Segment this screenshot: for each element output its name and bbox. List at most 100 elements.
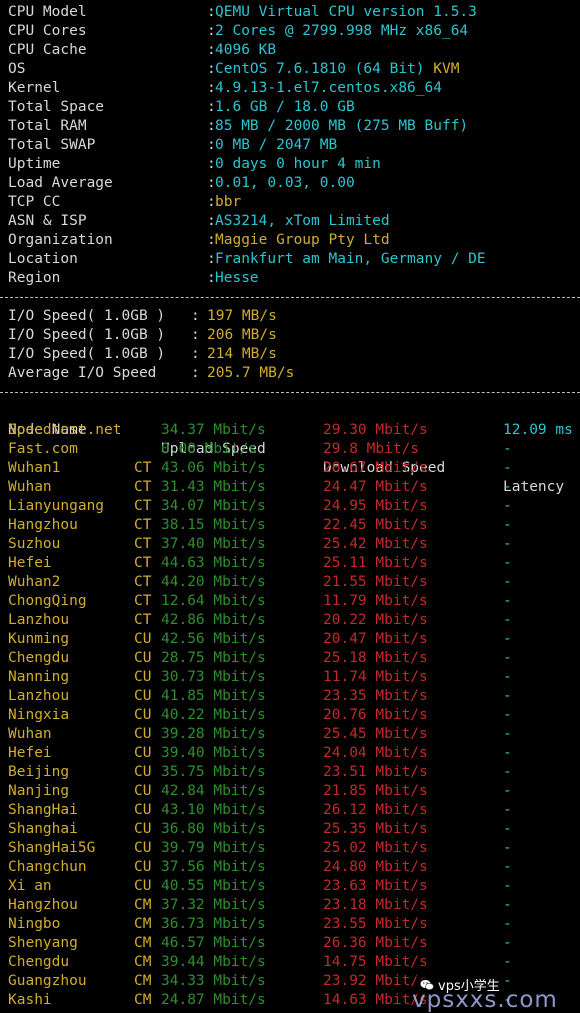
download-speed: 24.04 Mbit/s (323, 745, 428, 761)
sysinfo-value: 0 MB / 2047 MB (215, 137, 338, 153)
upload-speed: 44.20 Mbit/s (161, 574, 266, 590)
sysinfo-key: CPU Cores (8, 23, 87, 39)
node-name: Kunming (8, 631, 70, 647)
io-value: 205.7 MB/s (207, 365, 295, 381)
upload-speed: 43.10 Mbit/s (161, 802, 266, 818)
upload-speed: 39.28 Mbit/s (161, 726, 266, 742)
latency: - (503, 726, 512, 742)
latency: - (503, 555, 512, 571)
speed-row: Wuhan1 CT 43.06 Mbit/s 20.67 Mbit/s - (8, 459, 580, 478)
node-name: Wuhan2 (8, 574, 61, 590)
dashed-divider (0, 288, 580, 307)
download-speed: 20.22 Mbit/s (323, 612, 428, 628)
upload-speed: 37.56 Mbit/s (161, 859, 266, 875)
latency: - (503, 783, 512, 799)
sysinfo-value: 1.6 GB / 18.0 GB (215, 99, 355, 115)
upload-speed: 28.75 Mbit/s (161, 650, 266, 666)
sysinfo-row: ASN & ISP: AS3214, xTom Limited (8, 212, 580, 231)
separator: : (191, 365, 200, 381)
download-speed: 20.67 Mbit/s (323, 460, 428, 476)
node-name: Ningxia (8, 707, 70, 723)
speed-table-header: Node Name Upload Speed Download Speed La… (8, 402, 580, 495)
sysinfo-key: OS (8, 61, 26, 77)
sysinfo-value: 4.9.13-1.el7.centos.x86_64 (215, 80, 442, 96)
upload-speed: 34.37 Mbit/s (161, 422, 266, 438)
download-speed: 25.42 Mbit/s (323, 536, 428, 552)
node-name: Hefei (8, 555, 52, 571)
isp-code: CU (134, 650, 152, 666)
latency: - (503, 897, 512, 913)
speed-row: Wuhan CT 31.43 Mbit/s 24.47 Mbit/s - (8, 478, 580, 497)
sysinfo-key: Kernel (8, 80, 61, 96)
sysinfo-key: Load Average (8, 175, 113, 191)
isp-code: CU (134, 821, 152, 837)
isp-code: CU (134, 840, 152, 856)
speed-row: Nanning CU 30.73 Mbit/s 11.74 Mbit/s - (8, 668, 580, 687)
sysinfo-key: CPU Cache (8, 42, 87, 58)
node-name: Hefei (8, 745, 52, 761)
sysinfo-row: Location: Frankfurt am Main, Germany / DE (8, 250, 580, 269)
sysinfo-row: Total RAM:85 MB / 2000 MB (275 MB Buff) (8, 117, 580, 136)
sysinfo-key: Region (8, 270, 61, 286)
io-row: I/O Speed( 1.0GB ):197 MB/s (8, 307, 580, 326)
sysinfo-key: TCP CC (8, 194, 61, 210)
latency: - (503, 460, 512, 476)
download-speed: 24.47 Mbit/s (323, 479, 428, 495)
isp-code: CT (134, 555, 152, 571)
isp-code: CT (134, 460, 152, 476)
speed-row: Speedtest.net 34.37 Mbit/s 29.30 Mbit/s 12.… (8, 421, 580, 440)
sysinfo-row: Total Space:1.6 GB / 18.0 GB (8, 98, 580, 117)
isp-code: CM (134, 992, 152, 1008)
download-speed: 11.79 Mbit/s (323, 593, 428, 609)
upload-speed: 42.86 Mbit/s (161, 612, 266, 628)
node-name: Beijing (8, 764, 70, 780)
separator: : (191, 346, 200, 362)
upload-speed: 42.84 Mbit/s (161, 783, 266, 799)
download-speed: 26.12 Mbit/s (323, 802, 428, 818)
speed-row: Lanzhou CU 41.85 Mbit/s 23.35 Mbit/s - (8, 687, 580, 706)
speed-row: Ningbo CM 36.73 Mbit/s 23.55 Mbit/s - (8, 915, 580, 934)
node-name: Hangzhou (8, 517, 78, 533)
dashed-divider (0, 383, 580, 402)
isp-code: CU (134, 726, 152, 742)
isp-code: CT (134, 574, 152, 590)
node-name: Hangzhou (8, 897, 78, 913)
sysinfo-value: 85 MB / 2000 MB (275 MB Buff) (215, 118, 469, 134)
latency: - (503, 840, 512, 856)
sysinfo-row: Total SWAP:0 MB / 2047 MB (8, 136, 580, 155)
node-name: Guangzhou (8, 973, 87, 989)
download-speed: 26.36 Mbit/s (323, 935, 428, 951)
download-speed: 29.30 Mbit/s (323, 422, 428, 438)
sysinfo-row: Region: Hesse (8, 269, 580, 288)
node-name: Lanzhou (8, 688, 70, 704)
io-row: I/O Speed( 1.0GB ):206 MB/s (8, 326, 580, 345)
sysinfo-value: bbr (215, 194, 242, 210)
speed-row: Chengdu CU 28.75 Mbit/s 25.18 Mbit/s - (8, 649, 580, 668)
node-name: Chengdu (8, 650, 70, 666)
upload-speed: 39.44 Mbit/s (161, 954, 266, 970)
download-speed: 23.18 Mbit/s (323, 897, 428, 913)
upload-speed: 34.07 Mbit/s (161, 498, 266, 514)
upload-speed: 44.63 Mbit/s (161, 555, 266, 571)
download-speed: 25.35 Mbit/s (323, 821, 428, 837)
isp-code: CU (134, 764, 152, 780)
speed-row: Hangzhou CT 38.15 Mbit/s 22.45 Mbit/s - (8, 516, 580, 535)
sysinfo-value-os: CentOS 7.6.1810 (64 Bit) KVM (215, 60, 459, 79)
latency: - (503, 745, 512, 761)
node-name: Chengdu (8, 954, 70, 970)
upload-speed: 12.64 Mbit/s (161, 593, 266, 609)
watermark: vps小学生 vpsxxs.com (412, 970, 570, 1013)
speed-table-body: Speedtest.net 34.37 Mbit/s 29.30 Mbit/s 12.… (8, 421, 580, 1010)
upload-speed: 40.55 Mbit/s (161, 878, 266, 894)
sysinfo-row: Load Average:0.01, 0.03, 0.00 (8, 174, 580, 193)
sysinfo-value: Frankfurt am Main, Germany / DE (215, 251, 486, 267)
latency: - (503, 859, 512, 875)
node-name: Speedtest.net (8, 422, 122, 438)
watermark-text: vpsxxs.com (412, 987, 558, 1013)
latency: - (503, 612, 512, 628)
sysinfo-value: 0 days 0 hour 4 min (215, 156, 381, 172)
sysinfo-key: ASN & ISP (8, 213, 87, 229)
isp-code: CM (134, 954, 152, 970)
latency: - (503, 707, 512, 723)
speed-row: Hefei CU 39.40 Mbit/s 24.04 Mbit/s - (8, 744, 580, 763)
